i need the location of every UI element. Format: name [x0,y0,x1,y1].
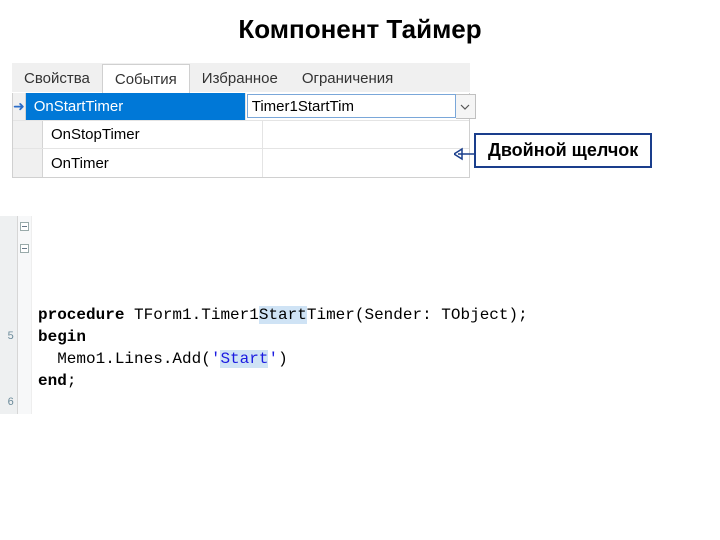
code-body-suffix: ) [278,350,288,368]
tab-favorites[interactable]: Избранное [190,64,290,92]
fold-toggle-icon[interactable] [20,244,29,253]
event-value-cell[interactable] [263,121,469,148]
row-indicator [13,121,43,148]
event-row-onstoptimer[interactable]: OnStopTimer [13,121,469,149]
event-name: OnStopTimer [43,121,263,148]
kw-end: end [38,372,67,390]
chevron-down-icon [460,102,470,112]
event-value-cell[interactable] [246,93,477,120]
kw-procedure: procedure [38,306,124,324]
code-proc-suffix: Timer(Sender: TObject); [307,306,528,324]
code-str-open: ' [211,350,221,368]
code-semicolon: ; [67,372,77,390]
code-proc-hl: Start [259,306,307,324]
fold-toggle-icon[interactable] [20,222,29,231]
event-value-cell[interactable] [263,149,469,177]
row-indicator [13,149,43,177]
code-text[interactable]: procedure TForm1.Timer1StartTimer(Sender… [34,304,720,392]
event-row-ontimer[interactable]: OnTimer [13,149,469,177]
tab-restrictions[interactable]: Ограничения [290,64,405,92]
event-name: OnStartTimer [26,93,246,120]
callout-arrow-icon [454,147,476,161]
callout-double-click: Двойной щелчок [474,133,652,168]
slide-title: Компонент Таймер [0,0,720,63]
combo-dropdown-button[interactable] [456,94,476,119]
event-handler-input[interactable] [247,94,456,118]
code-gutter: 5 6 [0,216,18,414]
kw-begin: begin [38,328,86,346]
row-indicator-icon: ➜ [13,93,26,120]
code-editor[interactable]: 5 6 procedure TForm1.Timer1StartTimer(Se… [0,216,720,414]
event-row-onstarttimer[interactable]: ➜ OnStartTimer [13,93,469,121]
fold-bar [18,216,32,414]
object-inspector: Свойства События Избранное Ограничения ➜… [12,63,470,178]
code-proc-prefix: TForm1.Timer1 [124,306,258,324]
tab-properties[interactable]: Свойства [12,64,102,92]
code-body-prefix: Memo1.Lines.Add( [38,350,211,368]
code-str-hl: Start [220,350,268,368]
events-grid: ➜ OnStartTimer OnStopTimer OnTimer [12,93,470,178]
tab-events[interactable]: События [102,64,190,93]
event-name: OnTimer [43,149,263,177]
code-str-close: ' [268,350,278,368]
inspector-tabbar: Свойства События Избранное Ограничения [12,63,470,93]
